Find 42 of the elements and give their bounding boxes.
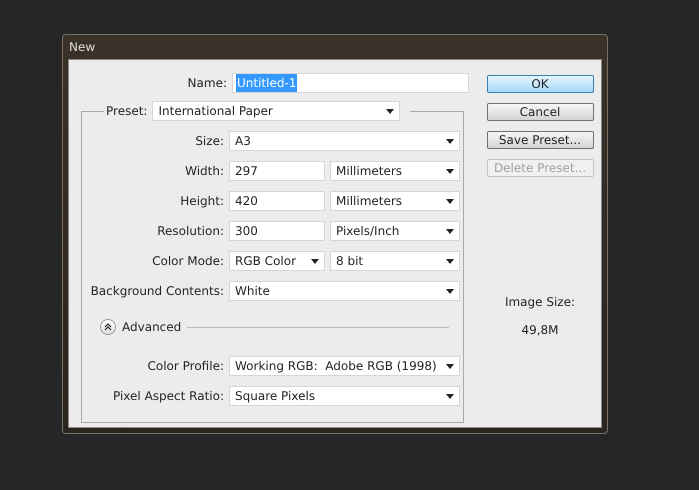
caret-icon — [446, 394, 454, 398]
field-label: Pixel Aspect Ratio: — [112, 388, 225, 405]
caret-icon — [386, 108, 394, 114]
input-field[interactable]: 297 — [229, 161, 325, 181]
field-label: Resolution: — [156, 223, 225, 240]
dropdown[interactable]: RGB Color — [229, 251, 325, 271]
field-label: Color Profile: — [146, 358, 225, 375]
caret-icon — [446, 258, 454, 264]
caret-icon — [446, 198, 454, 204]
collapse-button[interactable] — [100, 319, 116, 335]
caret-icon — [446, 364, 454, 368]
field-label: Name: — [186, 75, 228, 92]
dropdown[interactable]: A3 — [229, 131, 460, 151]
dialog-button[interactable]: Cancel — [486, 103, 594, 121]
image-size-value: 49,8M — [521, 322, 559, 339]
dropdown[interactable]: Millimeters — [330, 161, 460, 181]
input-field[interactable]: 300 — [229, 221, 325, 241]
dropdown[interactable]: International Paper — [152, 101, 400, 121]
image-size-label: Image Size: — [504, 294, 576, 311]
dropdown[interactable]: Pixels/Inch — [330, 221, 460, 241]
caret-icon — [446, 288, 454, 294]
dropdown[interactable]: Millimeters — [330, 191, 460, 211]
input-field[interactable]: 420 — [229, 191, 325, 211]
field-label: Background Contents: — [90, 283, 225, 300]
field-label: Color Mode: — [151, 253, 225, 270]
dropdown[interactable]: White — [229, 281, 460, 301]
dropdown[interactable]: Working RGB: Adobe RGB (1998) — [229, 356, 460, 376]
field-label: Preset: — [106, 103, 148, 120]
dropdown[interactable]: 8 bit — [330, 251, 460, 271]
dialog-button[interactable]: Save Preset... — [486, 131, 594, 149]
window-title: New — [68, 39, 96, 56]
caret-icon — [446, 168, 454, 174]
dialog-button[interactable]: OK — [486, 75, 594, 93]
caret-icon — [446, 138, 454, 144]
field-label: Width: — [184, 163, 225, 180]
field-label: Height: — [179, 193, 225, 210]
dropdown[interactable]: Square Pixels — [229, 386, 460, 406]
caret-icon — [446, 228, 454, 234]
chevron-up-icon — [104, 323, 112, 331]
section-label: Advanced — [122, 319, 182, 336]
field-label: Size: — [194, 133, 225, 150]
caret-icon — [311, 258, 319, 264]
